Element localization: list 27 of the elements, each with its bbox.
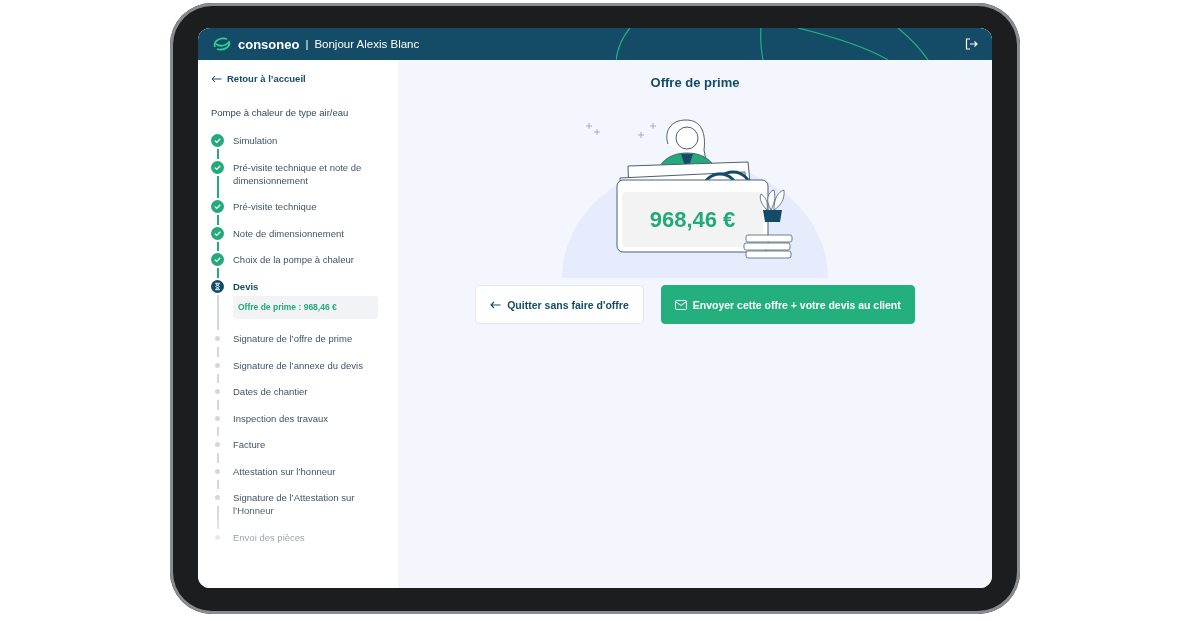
greeting-text: Bonjour Alexis Blanc xyxy=(314,38,420,50)
offer-summary: Offre de prime : 968,46 € xyxy=(233,295,378,319)
brand-name: consoneo xyxy=(238,36,300,52)
step-label[interactable]: Simulation xyxy=(233,134,380,147)
step-label[interactable]: Pré-visite technique xyxy=(233,200,380,213)
step-label[interactable]: Dates de chantier xyxy=(233,385,380,398)
logo-icon xyxy=(212,37,232,51)
step-label[interactable]: Inspection des travaux xyxy=(233,411,380,425)
step-label[interactable]: Signature de l’offre de prime xyxy=(233,332,380,345)
amount-text: 968,46 € xyxy=(648,205,737,234)
envelope-icon xyxy=(674,299,687,310)
back-link[interactable]: Retour à l’accueil xyxy=(211,73,398,84)
step-label[interactable]: Facture xyxy=(233,438,380,451)
step-label[interactable]: Note de dimensionnement xyxy=(233,226,380,240)
separator: | xyxy=(305,38,309,50)
arrow-left-icon xyxy=(211,74,222,83)
step-label[interactable]: Devis xyxy=(233,279,380,293)
logout-icon[interactable] xyxy=(965,38,978,50)
step-label[interactable]: Choix de la pompe à chaleur xyxy=(233,253,380,266)
quit-button[interactable]: Quitter sans faire d'offre xyxy=(475,285,644,324)
arrow-left-icon xyxy=(490,300,502,309)
project-title: Pompe à chaleur de type air/eau xyxy=(211,107,350,118)
step-label[interactable]: Pré-visite technique et note de dimensionnement xyxy=(233,160,380,187)
step-label[interactable]: Attestation sur l’honneur xyxy=(233,464,380,478)
step-label[interactable]: Signature de l’annexe du devis xyxy=(233,358,380,372)
step-label[interactable]: Signature de l’Attestation sur l’Honneur xyxy=(233,491,380,517)
page-title: Offre de prime xyxy=(650,75,740,90)
